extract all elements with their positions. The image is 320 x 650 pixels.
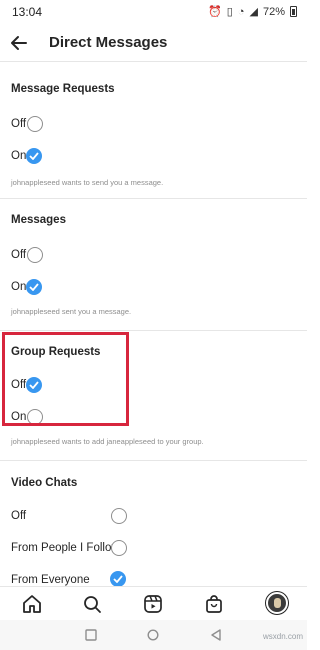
alarm-icon: ⏰ bbox=[208, 6, 222, 18]
video-chats-off-radio[interactable] bbox=[111, 508, 127, 524]
option-off-label: Off bbox=[11, 118, 27, 130]
shop-icon[interactable] bbox=[203, 593, 225, 615]
wifi-icon: ◔ bbox=[237, 5, 245, 18]
message-requests-on-radio[interactable] bbox=[26, 148, 42, 164]
section-message-requests: Message Requests Off On johnappleseed wa… bbox=[0, 63, 307, 199]
option-on-label: On bbox=[11, 150, 27, 162]
option-people-follow-label: From People I Follow bbox=[11, 542, 120, 554]
option-caption: johnappleseed wants to send you a messag… bbox=[11, 178, 164, 187]
reels-icon[interactable] bbox=[142, 593, 164, 615]
option-off-label: Off bbox=[11, 249, 27, 261]
bottom-nav bbox=[0, 586, 307, 620]
home-icon[interactable] bbox=[21, 593, 43, 615]
highlight-box bbox=[2, 332, 129, 426]
status-bar: 13:04 ⏰ ▯ ◔ ◢ 72% bbox=[0, 0, 307, 24]
watermark: wsxdn.com bbox=[262, 632, 303, 641]
checkmark-icon bbox=[113, 575, 123, 583]
section-title: Messages bbox=[11, 214, 66, 226]
option-on-label: On bbox=[11, 281, 27, 293]
battery-percent: 72% bbox=[262, 5, 285, 18]
option-caption: johnappleseed sent you a message. bbox=[11, 307, 132, 316]
section-video-chats: Video Chats Off From People I Follow Fro… bbox=[0, 461, 307, 587]
messages-off-radio[interactable] bbox=[27, 247, 43, 263]
checkmark-icon bbox=[29, 283, 39, 291]
signal-icon: ◢ bbox=[249, 6, 258, 18]
back-arrow-icon[interactable] bbox=[8, 32, 30, 54]
status-time: 13:04 bbox=[12, 5, 43, 19]
back-button-icon[interactable] bbox=[210, 629, 222, 641]
battery-icon bbox=[290, 6, 297, 17]
messages-on-radio[interactable] bbox=[26, 279, 42, 295]
video-chats-everyone-radio[interactable] bbox=[110, 571, 126, 587]
system-nav-bar: wsxdn.com bbox=[0, 620, 307, 650]
section-title: Video Chats bbox=[11, 477, 78, 489]
video-chats-people-follow-radio[interactable] bbox=[111, 540, 127, 556]
app-header: Direct Messages bbox=[0, 24, 307, 62]
message-requests-off-radio[interactable] bbox=[27, 116, 43, 132]
home-button-icon[interactable] bbox=[147, 629, 159, 641]
status-icons: ⏰ ▯ ◔ ◢ 72% bbox=[208, 5, 297, 18]
section-messages: Messages Off On johnappleseed sent you a… bbox=[0, 199, 307, 331]
option-caption: johnappleseed wants to add janeappleseed… bbox=[11, 437, 204, 446]
option-off-label: Off bbox=[11, 510, 27, 522]
profile-avatar[interactable] bbox=[266, 592, 288, 614]
checkmark-icon bbox=[29, 152, 39, 160]
search-icon[interactable] bbox=[81, 593, 103, 615]
section-title: Message Requests bbox=[11, 83, 115, 95]
recent-apps-icon[interactable] bbox=[85, 629, 97, 641]
option-everyone-label: From Everyone bbox=[11, 574, 90, 586]
page-title: Direct Messages bbox=[49, 34, 168, 51]
vibrate-icon: ▯ bbox=[226, 6, 233, 18]
avatar-image bbox=[274, 598, 281, 608]
